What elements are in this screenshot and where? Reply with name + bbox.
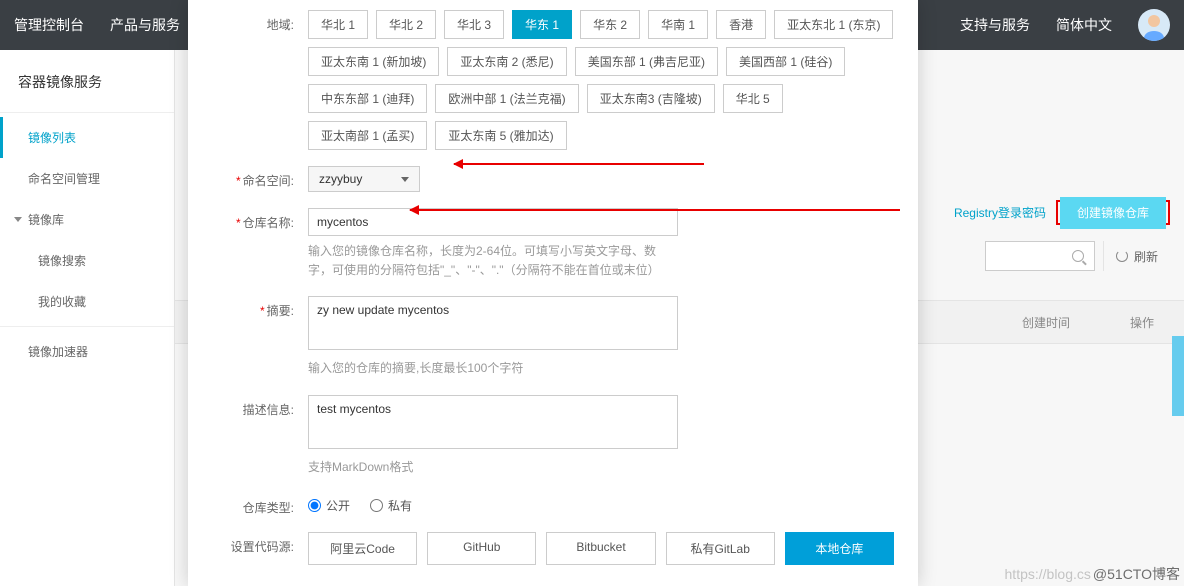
region-option[interactable]: 欧洲中部 1 (法兰克福) [435, 84, 578, 113]
repo-help: 输入您的镜像仓库名称，长度为2-64位。可填写小写英文字母、数字，可使用的分隔符… [308, 242, 678, 280]
chevron-down-icon [401, 177, 409, 182]
sidebar-item[interactable]: 命名空间管理 [0, 158, 174, 199]
create-repo-button[interactable]: 创建镜像仓库 [1060, 197, 1166, 229]
sidebar-item[interactable]: 我的收藏 [0, 281, 174, 322]
sidebar-item-label: 镜像库 [28, 211, 64, 228]
service-title: 容器镜像服务 [0, 50, 174, 108]
search-icon [1072, 250, 1084, 262]
annotation-arrow-2 [410, 209, 900, 211]
source-option[interactable]: 阿里云Code [308, 532, 417, 565]
refresh-icon [1116, 250, 1128, 262]
sidebar: 容器镜像服务 镜像列表命名空间管理镜像库镜像搜索我的收藏镜像加速器 [0, 50, 175, 586]
radio-private-label: 私有 [388, 497, 412, 514]
radio-public-input[interactable] [308, 499, 321, 512]
create-repo-modal: 地域: 华北 1 华北 2 华北 3 华东 1 华东 2 华南 1 香港亚太东北 1 (东京… [188, 0, 918, 586]
region-option[interactable]: 亚太东南3 (吉隆坡) [587, 84, 715, 113]
region-option[interactable]: 华南 1 [648, 10, 708, 39]
label-namespace: *命名空间: [188, 166, 308, 189]
repo-name-input[interactable] [308, 208, 678, 236]
region-option[interactable]: 华北 2 [376, 10, 436, 39]
region-option[interactable]: 华北 5 [723, 84, 783, 113]
region-list: 华北 1 华北 2 华北 3 华东 1 华东 2 华南 1 香港亚太东北 1 (东京) 亚太东… [308, 10, 894, 150]
region-option[interactable]: 华北 3 [444, 10, 504, 39]
search-box[interactable] [985, 241, 1095, 271]
source-list: 阿里云Code GitHub Bitbucket 私有GitLab 本地仓库 [308, 532, 894, 565]
sidebar-group[interactable]: 镜像库 [0, 199, 174, 240]
label-summary: *摘要: [188, 296, 308, 319]
side-strip [1172, 336, 1184, 416]
region-option[interactable]: 中东东部 1 (迪拜) [308, 84, 427, 113]
label-desc: 描述信息: [188, 395, 308, 418]
radio-public[interactable]: 公开 [308, 497, 350, 514]
summary-input[interactable] [308, 296, 678, 350]
region-option[interactable]: 亚太南部 1 (孟买) [308, 121, 427, 150]
region-option[interactable]: 亚太东南 2 (悉尼) [447, 47, 566, 76]
source-option[interactable]: GitHub [427, 532, 536, 565]
nav-console[interactable]: 管理控制台 [14, 15, 84, 35]
source-option[interactable]: 本地仓库 [785, 532, 894, 565]
desc-input[interactable] [308, 395, 678, 449]
label-type: 仓库类型: [188, 493, 308, 516]
sidebar-item[interactable]: 镜像列表 [0, 117, 174, 158]
sidebar-item[interactable]: 镜像加速器 [0, 331, 174, 372]
region-option[interactable]: 亚太东南 1 (新加坡) [308, 47, 439, 76]
region-option[interactable]: 香港 [716, 10, 766, 39]
label-region: 地域: [188, 10, 308, 33]
chevron-down-icon [14, 217, 22, 222]
col-create-time: 创建时间 [962, 314, 1070, 331]
region-option[interactable]: 美国东部 1 (弗吉尼亚) [575, 47, 718, 76]
region-option[interactable]: 亚太东北 1 (东京) [774, 10, 893, 39]
label-source: 设置代码源: [188, 532, 308, 555]
region-option[interactable]: 美国西部 1 (硅谷) [726, 47, 845, 76]
annotation-arrow-1 [454, 163, 704, 165]
source-option[interactable]: Bitbucket [546, 532, 655, 565]
refresh-button[interactable]: 刷新 [1103, 241, 1170, 271]
radio-public-label: 公开 [326, 497, 350, 514]
radio-private[interactable]: 私有 [370, 497, 412, 514]
nav-language[interactable]: 简体中文 [1056, 15, 1112, 35]
region-option[interactable]: 亚太东南 5 (雅加达) [435, 121, 566, 150]
namespace-value: zzyybuy [319, 172, 362, 186]
sidebar-item[interactable]: 镜像搜索 [0, 240, 174, 281]
avatar[interactable] [1138, 9, 1170, 41]
region-option[interactable]: 华北 1 [308, 10, 368, 39]
region-option[interactable]: 华东 1 [512, 10, 572, 39]
refresh-label: 刷新 [1134, 248, 1158, 265]
namespace-select[interactable]: zzyybuy [308, 166, 420, 192]
region-option[interactable]: 华东 2 [580, 10, 640, 39]
label-repo: *仓库名称: [188, 208, 308, 231]
registry-password-link[interactable]: Registry登录密码 [954, 204, 1046, 221]
col-action: 操作 [1070, 314, 1154, 331]
source-option[interactable]: 私有GitLab [666, 532, 775, 565]
divider [0, 326, 174, 327]
desc-help: 支持MarkDown格式 [308, 458, 678, 477]
summary-help: 输入您的仓库的摘要,长度最长100个字符 [308, 359, 678, 378]
create-highlight: 创建镜像仓库 [1056, 200, 1170, 225]
nav-support[interactable]: 支持与服务 [960, 15, 1030, 35]
divider [0, 112, 174, 113]
radio-private-input[interactable] [370, 499, 383, 512]
nav-products[interactable]: 产品与服务 [110, 15, 180, 35]
